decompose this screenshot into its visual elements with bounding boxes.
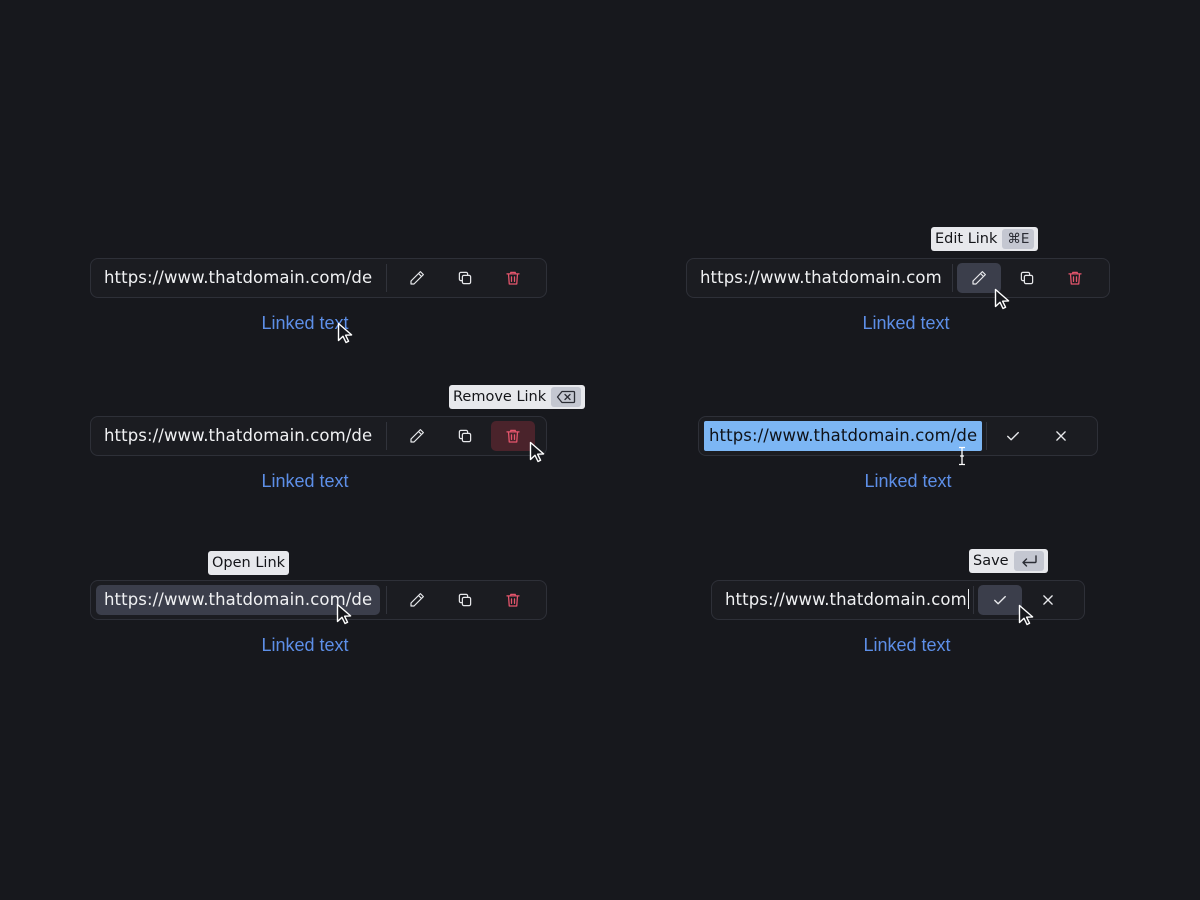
link-url-input[interactable]: https://www.thatdomain.com (717, 585, 971, 615)
copy-icon (456, 269, 474, 287)
copy-icon (456, 591, 474, 609)
copy-link-button[interactable] (443, 585, 487, 615)
save-tooltip: Save (969, 549, 1048, 573)
toolbar-divider (951, 264, 953, 292)
copy-link-button[interactable] (1005, 263, 1049, 293)
cursor-arrow-icon (529, 441, 545, 463)
close-icon (1052, 427, 1070, 445)
linked-text[interactable]: Linked text (862, 313, 949, 334)
toolbar-divider (386, 264, 388, 292)
trash-icon (504, 427, 522, 445)
link-toolbar-r1-right: https://www.thatdomain.com (686, 258, 1110, 298)
linked-text[interactable]: Linked text (863, 635, 950, 656)
check-icon (1004, 427, 1022, 445)
cursor-arrow-icon (336, 603, 352, 625)
edit-link-button[interactable] (395, 421, 439, 451)
cursor-arrow-icon (994, 288, 1010, 310)
open-link-tooltip: Open Link (208, 551, 290, 575)
link-url[interactable]: https://www.thatdomain.com/de (96, 263, 380, 293)
confirm-link-button[interactable] (991, 421, 1035, 451)
pencil-icon (408, 591, 426, 609)
link-url-input[interactable]: https://www.thatdomain.com/de (704, 421, 983, 451)
toolbar-divider (973, 586, 975, 614)
backspace-icon (551, 387, 582, 407)
check-icon (991, 591, 1009, 609)
cursor-arrow-icon (337, 322, 353, 344)
tooltip-label: Remove Link (453, 389, 547, 405)
edit-link-button[interactable] (395, 263, 439, 293)
trash-icon (504, 269, 522, 287)
trash-icon (1066, 269, 1084, 287)
linked-text[interactable]: Linked text (261, 635, 348, 656)
link-editor-r2-right: https://www.thatdomain.com/de (698, 416, 1098, 456)
remove-link-tooltip: Remove Link (449, 385, 586, 409)
link-toolbar-r1-left: https://www.thatdomain.com/de (90, 258, 547, 298)
pencil-icon (408, 427, 426, 445)
linked-text[interactable]: Linked text (261, 471, 348, 492)
shortcut-key: ⌘E (1002, 229, 1035, 249)
copy-link-button[interactable] (443, 263, 487, 293)
copy-icon (1018, 269, 1036, 287)
cancel-edit-button[interactable] (1039, 421, 1083, 451)
pencil-icon (970, 269, 988, 287)
copy-link-button[interactable] (443, 421, 487, 451)
pencil-icon (408, 269, 426, 287)
remove-link-button[interactable] (491, 585, 535, 615)
edit-link-tooltip: Edit Link ⌘E (931, 227, 1039, 251)
link-toolbar-r3-left: https://www.thatdomain.com/de (90, 580, 547, 620)
enter-icon (1013, 551, 1044, 571)
link-toolbar-r2-left: https://www.thatdomain.com/de (90, 416, 547, 456)
text-caret (967, 589, 970, 609)
text-cursor-icon (956, 446, 968, 466)
toolbar-divider (386, 586, 388, 614)
tooltip-label: Save (973, 553, 1009, 569)
cursor-arrow-icon (1018, 604, 1034, 626)
trash-icon (504, 591, 522, 609)
linked-text[interactable]: Linked text (864, 471, 951, 492)
toolbar-divider (386, 422, 388, 450)
link-url[interactable]: https://www.thatdomain.com (692, 263, 950, 293)
link-url-value: https://www.thatdomain.com (725, 590, 967, 609)
tooltip-label: Open Link (212, 555, 286, 571)
linked-text[interactable]: Linked text (261, 313, 348, 334)
tooltip-label: Edit Link (935, 231, 998, 247)
link-url[interactable]: https://www.thatdomain.com/de (96, 421, 380, 451)
toolbar-divider (986, 422, 988, 450)
edit-link-button[interactable] (395, 585, 439, 615)
save-link-button[interactable] (978, 585, 1023, 615)
copy-icon (456, 427, 474, 445)
close-icon (1039, 591, 1057, 609)
remove-link-button[interactable] (1053, 263, 1097, 293)
remove-link-button[interactable] (491, 263, 535, 293)
